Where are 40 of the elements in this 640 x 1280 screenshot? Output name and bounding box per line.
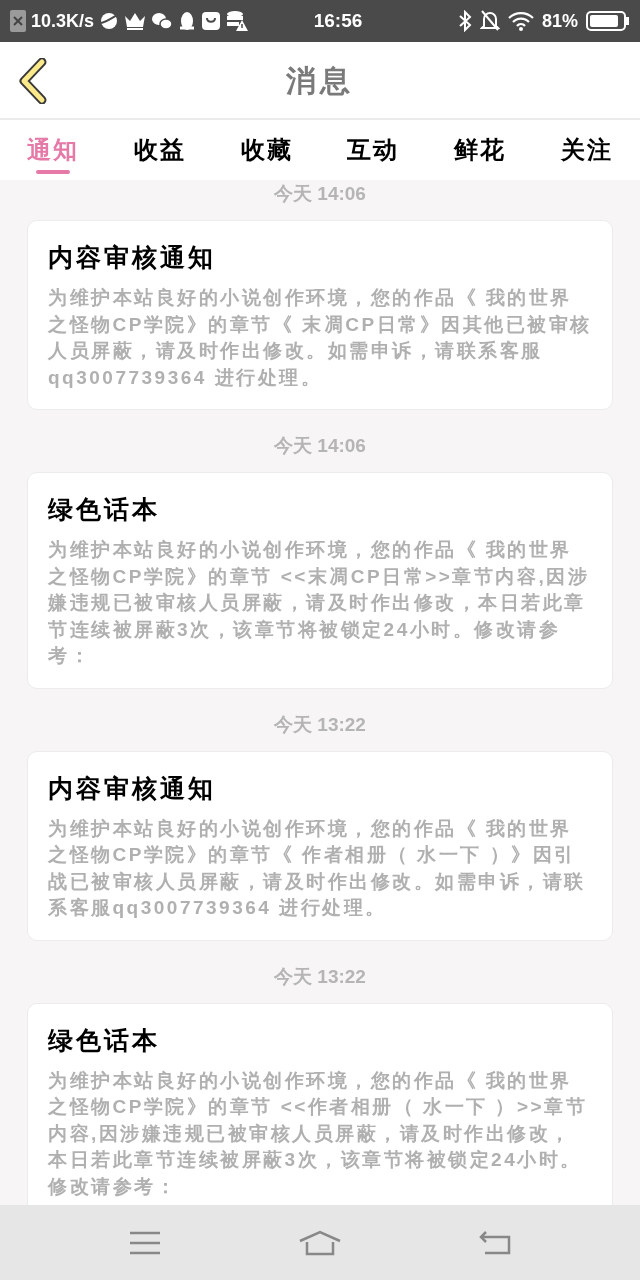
timestamp: 今天 13:22	[274, 712, 366, 737]
chat-bubbles-icon	[151, 11, 174, 31]
battery-icon	[586, 11, 630, 31]
tab[interactable]: 关注	[533, 120, 640, 180]
message-body: 为维护本站良好的小说创作环境，您的作品《 我的世界之怪物CP学院》的章节 <<作者相册（ 水一下 ）>>章节内容,因涉嫌违规已被审核人员屏蔽，请及时作出修改，本日若此章节连续被屏蔽3次，该章节将被锁定24小时。修改请参考：	[48, 1068, 589, 1199]
network-speed: 10.3K/s	[31, 9, 95, 33]
tab[interactable]: 收藏	[213, 120, 320, 180]
battery-percentage: 81%	[541, 9, 578, 33]
message-body: 为维护本站良好的小说创作环境，您的作品《 我的世界之怪物CP学院》的章节 <<末凋CP日常>>章节内容,因涉嫌违规已被审核人员屏蔽，请及时作出修改，本日若此章节连续被屏蔽3次，该章节将被锁定24小时。修改请参考：	[48, 538, 591, 668]
penguin-icon	[178, 11, 197, 31]
timestamp: 今天 13:22	[274, 964, 366, 989]
message-body: 为维护本站良好的小说创作环境，您的作品《 我的世界之怪物CP学院》的章节《 作者相册（ 水一下 ）》因引战已被审核人员屏蔽，请及时作出修改。如需申诉，请联系客服qq3007739364 进行处理。	[48, 816, 587, 920]
message-card[interactable]: 内容审核通知 为维护本站良好的小说创作环境，您的作品《 我的世界之怪物CP学院》的章节《 作者相册（ 水一下 ）》因引战已被审核人员屏蔽，请及时作出修改。如需申诉，请联系客服qq3007739364 进行处理。	[27, 750, 613, 941]
timestamp: 今天 14:06	[274, 434, 366, 458]
menu-icon[interactable]	[129, 1230, 161, 1255]
message-card[interactable]: 绿色话本 为维护本站良好的小说创作环境，您的作品《 我的世界之怪物CP学院》的章节 <<末凋CP日常>>章节内容,因涉嫌违规已被审核人员屏蔽，请及时作出修改，本日若此章节连续被屏蔽3次，该章节将被锁定24小时。修改请参考：	[27, 472, 613, 689]
home-icon[interactable]	[299, 1229, 341, 1256]
database-warning-icon	[226, 10, 249, 32]
back-chevron-icon	[18, 58, 48, 104]
page-title: 消息	[286, 62, 354, 99]
message-title: 内容审核通知	[48, 242, 217, 273]
crown-icon	[124, 12, 147, 30]
bell-muted-icon	[479, 10, 500, 32]
tab[interactable]: 收益	[106, 120, 214, 180]
tab[interactable]: 互动	[320, 120, 427, 180]
timestamp: 今天 14:06	[274, 182, 366, 206]
message-card[interactable]: 绿色话本 为维护本站良好的小说创作环境，您的作品《 我的世界之怪物CP学院》的章节 <<作者相册（ 水一下 ）>>章节内容,因涉嫌违规已被审核人员屏蔽，请及时作出修改，本日若此章节连续被屏蔽3次，该章节将被锁定24小时。修改请参考：	[27, 1002, 613, 1205]
clock: 16:56	[312, 8, 364, 33]
back-icon[interactable]	[479, 1229, 511, 1256]
planet-icon	[99, 11, 120, 31]
message-body: 为维护本站良好的小说创作环境，您的作品《 我的世界之怪物CP学院》的章节《 末凋CP日常》因其他已被审核人员屏蔽，请及时作出修改。如需申诉，请联系客服qq3007739364 进行处理。	[48, 286, 592, 390]
tab[interactable]: 鲜花	[426, 120, 534, 180]
message-card[interactable]: 内容审核通知 为维护本站良好的小说创作环境，您的作品《 我的世界之怪物CP学院》的章节《 末凋CP日常》因其他已被审核人员屏蔽，请及时作出修改。如需申诉，请联系客服qq3007739364 进行处理。	[27, 220, 613, 410]
message-title: 绿色话本	[48, 494, 161, 525]
wifi-icon	[507, 11, 534, 31]
message-title: 绿色话本	[48, 1024, 161, 1056]
close-notification-icon	[10, 10, 26, 32]
message-title: 内容审核通知	[48, 772, 217, 804]
bluetooth-icon	[457, 10, 472, 32]
shopping-bag-icon	[201, 11, 222, 31]
